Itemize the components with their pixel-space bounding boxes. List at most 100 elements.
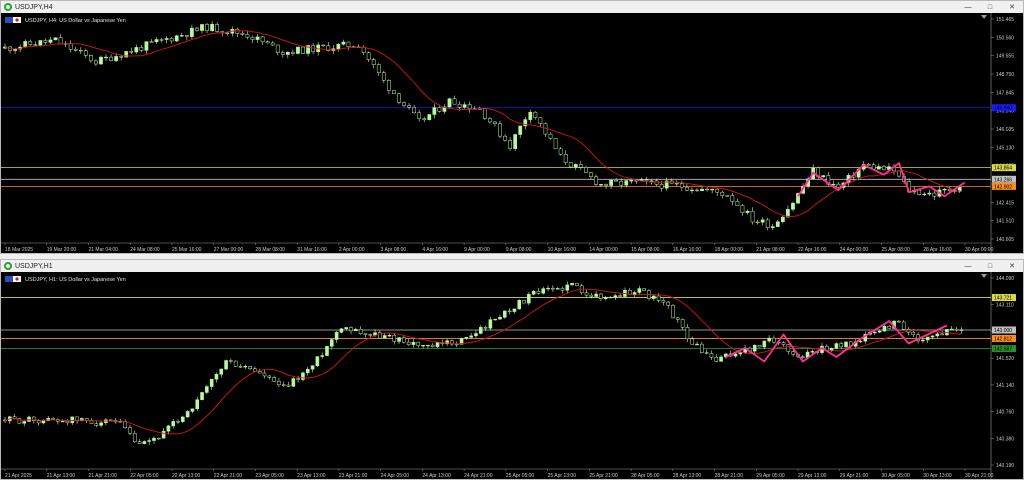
price-axis-label: 140.605	[996, 237, 1014, 243]
candle-body	[447, 98, 452, 108]
candle	[243, 364, 248, 369]
chart-window-h4[interactable]: USDJPY,H4 — □ ✕ 151.465 150.560 149.655 148…	[0, 0, 1024, 254]
candle	[94, 59, 98, 67]
candle	[690, 336, 695, 345]
candle	[341, 39, 346, 46]
usd-flag-icon	[5, 276, 13, 282]
candle	[392, 333, 397, 345]
candle-body	[179, 35, 184, 37]
price-axis-label: 141.520	[996, 356, 1014, 362]
candle-body	[584, 292, 589, 296]
candle-body	[325, 346, 329, 356]
candle-body	[427, 114, 432, 120]
candle	[949, 325, 954, 331]
candle-body	[248, 365, 252, 369]
candle-body	[541, 288, 546, 294]
minimize-icon[interactable]: —	[957, 263, 979, 270]
candle-body	[291, 378, 296, 387]
candle-body	[210, 24, 214, 31]
candle-body	[229, 360, 233, 362]
candle-body	[366, 52, 371, 60]
candle-body	[836, 183, 841, 188]
candle	[53, 37, 58, 41]
candle	[546, 285, 550, 292]
candle-body	[139, 47, 144, 51]
candle-body	[527, 294, 531, 304]
window-titlebar[interactable]: USDJPY,H1 — □ ✕	[1, 260, 1023, 272]
candle-body	[882, 166, 886, 170]
candle	[791, 201, 795, 212]
candle	[128, 424, 132, 436]
candlestick-chart[interactable]: 144.090143.110142.310141.520141.140140.7…	[1, 272, 1023, 479]
candle-body	[238, 366, 243, 368]
candle	[786, 343, 791, 355]
candle-body	[947, 188, 952, 191]
candlestick-chart[interactable]: 151.465 150.560 149.655 148.750 147.845 146.9…	[1, 13, 1023, 253]
price-axis-label: 150.560	[996, 35, 1014, 41]
candle	[876, 163, 881, 170]
candle-body	[786, 344, 791, 352]
candle-body	[272, 377, 276, 382]
candle	[56, 418, 60, 425]
time-axis-label: 19 Mar 20:00	[47, 247, 77, 253]
candle	[752, 344, 757, 354]
candle	[171, 418, 175, 429]
close-icon[interactable]: ✕	[1001, 3, 1023, 11]
candle-body	[810, 351, 815, 353]
candle	[482, 108, 487, 120]
candle	[134, 44, 139, 54]
time-axis-label: 23 Apr 05:00	[255, 473, 284, 479]
candle	[527, 292, 531, 306]
price-chart-area[interactable]: 144.090143.110142.310141.520141.140140.7…	[1, 272, 1023, 479]
chart-window-h1[interactable]: USDJPY,H1 — □ ✕ 144.090143.110142.310141…	[0, 259, 1024, 480]
price-level-tag-text: 142.902	[994, 184, 1012, 190]
candle-body	[507, 310, 512, 313]
candle-body	[780, 216, 785, 222]
time-axis-label: 28 Mar 08:00	[255, 247, 285, 253]
candle	[589, 172, 593, 180]
time-axis-label: 25 Mar 16:00	[172, 247, 202, 253]
candle-body	[738, 352, 743, 355]
candle-body	[488, 118, 492, 123]
candle-body	[190, 408, 195, 412]
time-axis-label: 24 Apr 21:00	[464, 473, 493, 479]
candle-body	[144, 41, 149, 51]
candle	[619, 178, 624, 189]
candle-body	[334, 332, 339, 340]
candle	[445, 338, 449, 346]
candle-body	[94, 423, 99, 426]
candle-body	[940, 333, 944, 336]
maximize-icon[interactable]: □	[979, 263, 1001, 270]
maximize-icon[interactable]: □	[979, 4, 1001, 11]
candle-body	[36, 420, 41, 424]
candle-body	[392, 334, 397, 342]
minimize-icon[interactable]: —	[957, 4, 979, 11]
candle-body	[73, 49, 78, 51]
candle-body	[901, 321, 906, 330]
price-chart-area[interactable]: 151.465 150.560 149.655 148.750 147.845 146.9…	[1, 13, 1023, 253]
candle-body	[897, 320, 901, 323]
candle	[780, 215, 785, 224]
candle	[493, 121, 497, 127]
window-titlebar[interactable]: USDJPY,H4 — □ ✕	[1, 1, 1023, 13]
candle-body	[38, 40, 43, 46]
candle	[402, 101, 406, 108]
candle	[99, 421, 103, 428]
close-icon[interactable]: ✕	[1001, 262, 1023, 270]
candle-body	[301, 46, 305, 54]
candle	[599, 292, 603, 301]
candle-body	[695, 343, 699, 346]
candle	[209, 378, 214, 390]
candle	[354, 327, 358, 332]
candle	[185, 410, 190, 418]
candle-body	[932, 192, 937, 197]
candle-body	[740, 205, 745, 213]
candle	[829, 347, 834, 353]
candle	[755, 219, 760, 225]
candle	[3, 416, 7, 424]
candle	[253, 366, 257, 372]
candle	[695, 341, 699, 346]
candle	[634, 180, 639, 184]
time-axis-label: 2 Apr 00:00	[339, 247, 365, 253]
candle-body	[277, 381, 281, 386]
